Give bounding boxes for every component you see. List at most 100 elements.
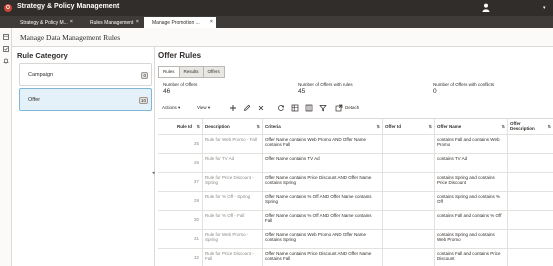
offer-rules-title: Offer Rules (158, 51, 202, 60)
cell-offer-description (508, 192, 553, 210)
column-header-rule-id[interactable]: Rule Id ⇅ (158, 119, 203, 134)
add-icon[interactable] (229, 104, 237, 112)
detach-icon[interactable] (335, 104, 343, 112)
table-row[interactable]: 32 Rule for Price Discount - Fall Offer Na… (158, 249, 553, 266)
tab-manage-promotion[interactable]: Manage Promotion ... × (144, 17, 216, 28)
app-title: Strategy & Policy Management (17, 3, 120, 10)
cell-rule-id: 32 (158, 249, 203, 266)
column-header-criteria[interactable]: Criteria ⇅ (263, 119, 383, 134)
stat-offers-with-conflicts: Number of Offers with conflicts 0 (433, 82, 494, 95)
edit-icon[interactable] (243, 104, 251, 112)
delete-icon[interactable] (257, 104, 265, 112)
sort-icon[interactable]: ⇅ (548, 124, 551, 129)
column-header-description[interactable]: Description ⇅ (203, 119, 263, 134)
column-header-label: Criteria (265, 124, 281, 129)
table-toolbar: Actions ▾ View ▾ Detach (158, 104, 548, 114)
column-header-offer-id[interactable]: Offer Id ⇅ (383, 119, 435, 134)
detach-button[interactable]: Detach (345, 105, 359, 110)
sort-icon[interactable]: ⇅ (257, 124, 260, 129)
table-header-row: Rule Id ⇅ Description ⇅ Criteria ⇅ Offer Id… (158, 119, 553, 135)
cell-offer-name: contains Fall and contains Price Discoun… (435, 249, 508, 266)
category-name: Offer (28, 97, 41, 103)
category-name: Campaign (28, 72, 54, 78)
left-nav-rail (0, 28, 12, 266)
sort-icon[interactable]: ⇅ (502, 124, 505, 129)
cell-offer-name: contains TV Ad (435, 154, 508, 172)
stat-value: 45 (298, 88, 306, 95)
cell-description: Rule for % Off - Spring (203, 192, 263, 210)
actions-menu[interactable]: Actions ▾ (162, 105, 180, 111)
cell-offer-name: contains Fall and contains Web Promo (435, 135, 508, 153)
category-card-campaign[interactable]: Campaign 0 (19, 63, 152, 86)
page-header: Manage Data Management Rules (12, 28, 553, 47)
cell-rule-id: 25 (158, 135, 203, 153)
cell-criteria: Offer Name contains Price Discount AND O… (263, 249, 383, 266)
subtab-rules[interactable]: Rules (159, 67, 180, 77)
cell-description: Rule for Price Discount - Fall (203, 249, 263, 266)
column-header-label: Offer Description (510, 121, 535, 132)
cell-offer-description (508, 173, 553, 191)
subtab-results[interactable]: Results (179, 67, 204, 77)
column-header-label: Offer Name (437, 124, 462, 129)
cell-criteria: Offer Name contains Web Promo AND Offer … (263, 230, 383, 248)
rule-category-title: Rule Category (17, 51, 68, 60)
cell-offer-description (508, 211, 553, 229)
offer-stats: Number of Offers 46 Number of Offers wit… (155, 82, 553, 97)
table-row[interactable]: 31 Rule for Web Promo - Spring Offer Name … (158, 230, 553, 249)
cell-criteria: Offer Name contains % Off AND Offer Name… (263, 211, 383, 229)
cell-offer-description (508, 154, 553, 172)
cell-criteria: Offer Name contains Web Promo AND Offer … (263, 135, 383, 153)
column-header-offer-name[interactable]: Offer Name ⇅ (435, 119, 508, 134)
cell-rule-id: 26 (158, 154, 203, 172)
cell-offer-id (383, 192, 435, 210)
table-row[interactable]: 29 Rule for % Off - Spring Offer Name cont… (158, 192, 553, 211)
close-icon[interactable]: × (210, 19, 213, 25)
freeze-columns-icon[interactable] (291, 104, 299, 112)
table-row[interactable]: 30 Rule for % Off - Fall Offer Name contai… (158, 211, 553, 230)
sort-icon[interactable]: ⇅ (429, 124, 432, 129)
tab-rules-management[interactable]: Rules Management × (82, 17, 142, 28)
tab-strategy-policy[interactable]: Strategy & Policy M... × (12, 17, 76, 28)
cell-offer-id (383, 249, 435, 266)
cell-criteria: Offer Name contains TV Ad (263, 154, 383, 172)
tab-bar: Strategy & Policy M... × Rules Managemen… (0, 16, 553, 28)
app-header: O Strategy & Policy Management ▾ (0, 0, 553, 16)
stat-value: 46 (163, 88, 171, 95)
user-icon[interactable] (482, 3, 490, 12)
sort-icon[interactable]: ⇅ (197, 124, 200, 129)
column-header-label: Rule Id (176, 124, 192, 129)
table-row[interactable]: 26 Rule for TV Ad Offer Name contains TV A… (158, 154, 553, 173)
column-header-label: Offer Id (385, 124, 402, 129)
table-row[interactable]: 27 Rule for Price Discount - Spring Offer … (158, 173, 553, 192)
sort-icon[interactable]: ⇅ (377, 124, 380, 129)
refresh-icon[interactable] (277, 104, 285, 112)
filter-icon[interactable] (319, 104, 327, 112)
column-header-offer-description[interactable]: Offer Description ⇅ (508, 119, 553, 134)
checklist-icon[interactable] (3, 46, 9, 52)
offer-rules-subtabs: Rules Results Offers (158, 66, 225, 78)
category-count-badge: 0 (141, 72, 148, 79)
column-header-label: Description (205, 124, 230, 129)
close-icon[interactable]: × (70, 19, 73, 25)
cell-description: Rule for Price Discount - Spring (203, 173, 263, 191)
subtab-offers[interactable]: Offers (203, 67, 224, 77)
cell-offer-name: contains Spring and contains Web Promo (435, 230, 508, 248)
cell-description: Rule for Web Promo - Fall (203, 135, 263, 153)
notification-icon[interactable] (3, 58, 9, 64)
cell-description: Rule for Web Promo - Spring (203, 230, 263, 248)
manage-columns-icon[interactable] (305, 104, 313, 112)
category-card-offer[interactable]: Offer 10 (19, 88, 152, 111)
cell-description: Rule for % Off - Fall (203, 211, 263, 229)
cell-offer-id (383, 135, 435, 153)
cell-offer-name: contains Spring and contains Price Disco… (435, 173, 508, 191)
rule-category-panel: Rule Category Campaign 0 Offer 10 (12, 47, 155, 266)
tab-label: Manage Promotion ... (152, 20, 200, 26)
cell-offer-name: contains Fall and contains % Off (435, 211, 508, 229)
cell-rule-id: 31 (158, 230, 203, 248)
user-menu-caret-icon[interactable]: ▾ (543, 5, 546, 11)
cell-offer-description (508, 249, 553, 266)
dashboard-icon[interactable] (3, 34, 9, 40)
close-icon[interactable]: × (136, 19, 139, 25)
table-row[interactable]: 25 Rule for Web Promo - Fall Offer Name co… (158, 135, 553, 154)
view-menu[interactable]: View ▾ (197, 105, 210, 111)
